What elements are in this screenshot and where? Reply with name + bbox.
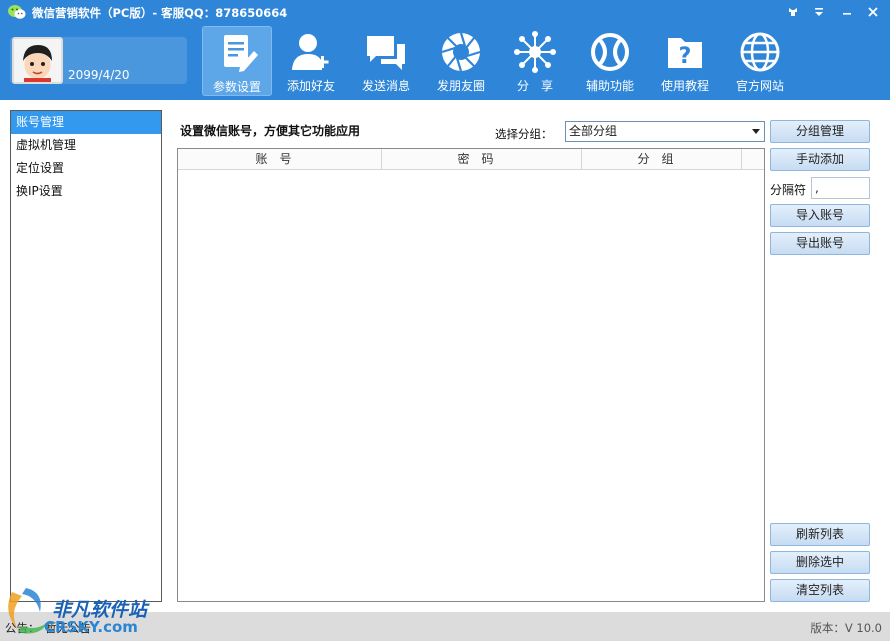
separator-label: 分隔符 — [770, 183, 807, 197]
toolbar-label: 发朋友圈 — [436, 79, 485, 93]
user-profile-panel: 2099/4/20 — [10, 37, 187, 84]
toolbar-label: 发送消息 — [361, 79, 410, 93]
toolbar-moments[interactable]: 发朋友圈 — [426, 26, 496, 96]
title-bar: 微信营销软件（PC版）- 客服QQ：878650664 — [0, 0, 890, 25]
share-network-icon — [514, 31, 556, 73]
manual-add-button[interactable]: 手动添加 — [770, 148, 870, 171]
page-title: 设置微信账号，方便其它功能应用 — [180, 124, 361, 138]
group-select-value: 全部分组 — [569, 124, 618, 138]
toolbar-share[interactable]: 分 享 — [500, 26, 570, 96]
profile-date: 2099/4/20 — [68, 68, 130, 82]
minimize-icon[interactable] — [836, 2, 858, 22]
toolbar-send-message[interactable]: 发送消息 — [351, 26, 421, 96]
header-bar: 微信营销软件（PC版）- 客服QQ：878650664 2099/4/20 参数… — [0, 0, 890, 100]
refresh-list-button[interactable]: 刷新列表 — [770, 523, 870, 546]
window-title: 微信营销软件（PC版）- 客服QQ：878650664 — [32, 6, 288, 20]
wechat-logo-icon — [8, 5, 26, 19]
watermark-logo: 非凡软件站 CRSKY.com — [0, 582, 165, 638]
toolbar-auxiliary[interactable]: 辅助功能 — [575, 26, 645, 96]
accounts-table[interactable]: 账号 密码 分组 — [177, 148, 765, 602]
toolbar-tutorial[interactable]: ? 使用教程 — [650, 26, 720, 96]
skin-icon[interactable] — [782, 2, 804, 22]
toolbar-label: 使用教程 — [660, 79, 709, 93]
camera-aperture-icon — [441, 32, 481, 72]
toolbar-label: 分 享 — [516, 79, 553, 93]
chevron-down-icon — [752, 129, 760, 134]
sidebar-item-location-settings[interactable]: 定位设置 — [11, 157, 161, 180]
sidebar-nav: 账号管理 虚拟机管理 定位设置 换IP设置 — [10, 110, 162, 602]
watermark-domain: CRSKY.com — [44, 618, 138, 636]
document-edit-icon — [224, 35, 258, 72]
globe-icon — [740, 32, 780, 72]
toolbar-label: 官方网站 — [735, 79, 784, 93]
import-accounts-button[interactable]: 导入账号 — [770, 204, 870, 227]
tools-icon — [591, 33, 629, 71]
column-header-group[interactable]: 分组 — [582, 149, 742, 170]
svg-text:?: ? — [679, 44, 692, 69]
toolbar-add-friend[interactable]: 添加好友 — [276, 26, 346, 96]
sidebar-item-account-management[interactable]: 账号管理 — [11, 111, 161, 134]
toolbar-label: 参数设置 — [212, 80, 261, 94]
group-select-dropdown[interactable]: 全部分组 — [565, 121, 765, 142]
close-icon[interactable] — [862, 2, 884, 22]
group-select-label: 选择分组： — [495, 127, 553, 141]
toolbar-label: 添加好友 — [286, 79, 335, 93]
chat-bubbles-icon — [367, 36, 405, 70]
sidebar-item-vm-management[interactable]: 虚拟机管理 — [11, 134, 161, 157]
column-header-account[interactable]: 账号 — [178, 149, 382, 170]
help-folder-icon: ? — [668, 38, 702, 69]
avatar[interactable] — [12, 37, 63, 84]
version-label: 版本：V 10.0 — [810, 621, 882, 635]
menu-icon[interactable] — [808, 2, 830, 22]
export-accounts-button[interactable]: 导出账号 — [770, 232, 870, 255]
table-header: 账号 密码 分组 — [178, 149, 764, 170]
column-header-password[interactable]: 密码 — [382, 149, 582, 170]
add-user-icon — [292, 34, 329, 70]
toolbar-params-settings[interactable]: 参数设置 — [202, 26, 272, 96]
toolbar-official-site[interactable]: 官方网站 — [725, 26, 795, 96]
clear-list-button[interactable]: 清空列表 — [770, 579, 870, 602]
sidebar-item-ip-settings[interactable]: 换IP设置 — [11, 180, 161, 203]
toolbar-label: 辅助功能 — [585, 79, 634, 93]
separator-input[interactable]: , — [811, 177, 870, 199]
delete-selected-button[interactable]: 删除选中 — [770, 551, 870, 574]
group-manage-button[interactable]: 分组管理 — [770, 120, 870, 143]
